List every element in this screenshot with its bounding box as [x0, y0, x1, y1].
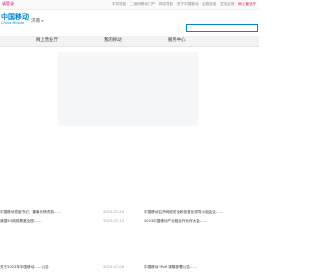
top-link-license[interactable]: 证照信息 [202, 2, 216, 6]
banner-placeholder[interactable] [58, 52, 198, 126]
news-title[interactable]: 我国5G网络覆盖全国…… [0, 219, 100, 224]
news-date: 2023-07-13 [103, 219, 124, 223]
news-title[interactable]: 2023中国移动产业链合作伙伴大会…… [144, 219, 258, 224]
top-links: 手机导航 二维码移动门户 网站导航 关于中国移动 证照信息 意见反馈 网上营业厅 [112, 1, 256, 7]
top-link-site-nav[interactable]: 网站导航 [159, 2, 173, 6]
news-date: 2023-07-24 [103, 210, 124, 214]
news-title[interactable]: 中国移动召开网络安全和信息化领导小组会议…… [144, 210, 258, 215]
main-nav: 网上营业厅 我的移动 服务中心 [0, 36, 259, 47]
city-selector[interactable]: 济南▼ [31, 18, 44, 25]
logo-text-en: China Mobile [1, 21, 25, 25]
news-date: 2023-07-06 [103, 265, 124, 269]
nav-item-my-mobile[interactable]: 我的移动 [104, 38, 122, 44]
top-link-about[interactable]: 关于中国移动 [177, 2, 199, 6]
news-title[interactable]: 关于2023年中国移动……公告 [0, 265, 100, 270]
top-link-feedback[interactable]: 意见反馈 [220, 2, 234, 6]
nav-item-service-center[interactable]: 服务中心 [168, 38, 186, 44]
search-input[interactable] [186, 24, 258, 32]
banner-area [0, 47, 259, 200]
top-link-qr-portal[interactable]: 二维码移动门户 [130, 2, 155, 6]
nav-item-online-hall[interactable]: 网上营业厅 [36, 38, 58, 44]
top-link-online-hall[interactable]: 网上营业厅 [238, 2, 256, 6]
news-title[interactable]: 中国移动党组书记、董事长杨杰到…… [0, 210, 100, 215]
top-utility-bar: 请登录 手机导航 二维码移动门户 网站导航 关于中国移动 证照信息 意见反馈 网… [0, 0, 259, 10]
city-label: 济南 [31, 19, 41, 24]
top-link-mobile-nav[interactable]: 手机导航 [112, 2, 126, 6]
china-mobile-logo[interactable]: 中国移动 China Mobile [1, 13, 31, 27]
site-header: 中国移动 China Mobile 济南▼ [0, 10, 259, 32]
chevron-down-icon: ▼ [41, 19, 44, 23]
login-link[interactable]: 请登录 [2, 1, 14, 7]
news-title[interactable]: 中国移动 IPv6 规模部署公告…… [144, 265, 258, 270]
logo-text-cn: 中国移动 [1, 13, 29, 21]
